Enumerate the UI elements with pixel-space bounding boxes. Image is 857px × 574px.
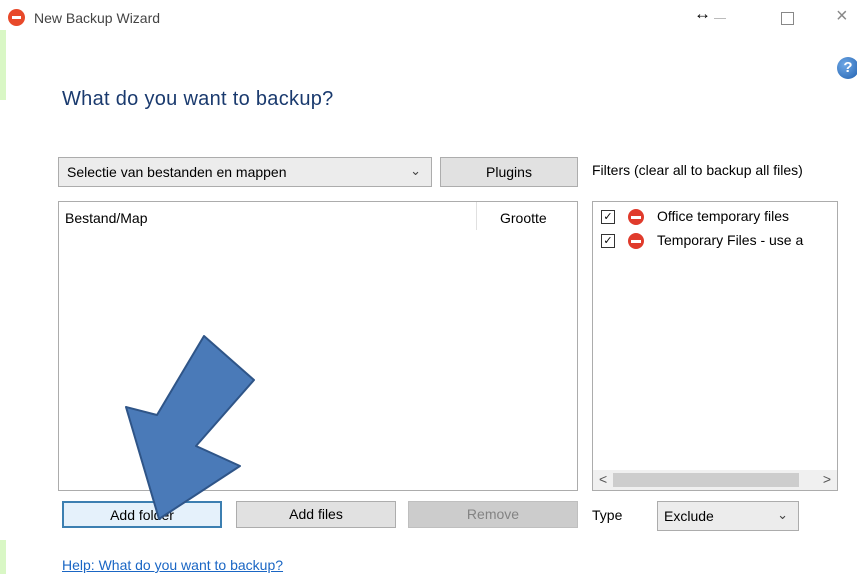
add-folder-button[interactable]: Add folder [62, 501, 222, 528]
filter-label: Temporary Files - use a [657, 232, 804, 248]
close-button[interactable]: × [836, 5, 848, 28]
help-link[interactable]: Help: What do you want to backup? [62, 557, 283, 573]
source-select-value: Selectie van bestanden en mappen [67, 164, 287, 180]
type-select-value: Exclude [664, 508, 714, 524]
scroll-right-icon[interactable]: > [823, 471, 831, 487]
horizontal-scrollbar[interactable]: < > [593, 470, 837, 490]
resize-cursor-icon: ↔ [694, 4, 711, 23]
page-title: What do you want to backup? [62, 88, 334, 110]
stop-icon [628, 209, 644, 225]
chevron-down-icon: ⌄ [777, 507, 788, 522]
chevron-down-icon: ⌄ [410, 163, 421, 178]
filter-checkbox[interactable]: ✓ [601, 210, 615, 224]
filters-label: Filters (clear all to backup all files) [592, 162, 803, 178]
backup-app-icon [8, 9, 25, 26]
scrollbar-thumb[interactable] [613, 473, 799, 487]
type-label: Type [592, 507, 623, 523]
left-accent-strip [0, 30, 6, 100]
help-icon[interactable]: ? [837, 57, 857, 79]
remove-button[interactable]: Remove [408, 501, 578, 528]
maximize-button[interactable] [781, 12, 794, 25]
scroll-left-icon[interactable]: < [599, 471, 607, 487]
filter-checkbox[interactable]: ✓ [601, 234, 615, 248]
column-divider[interactable] [476, 202, 477, 230]
minimize-button[interactable] [714, 18, 726, 19]
filters-list[interactable]: ✓ Office temporary files ✓ Temporary Fil… [592, 201, 838, 491]
column-header-file[interactable]: Bestand/Map [65, 210, 148, 226]
type-select[interactable]: Exclude ⌄ [657, 501, 799, 531]
source-select[interactable]: Selectie van bestanden en mappen ⌄ [58, 157, 432, 187]
column-header-size[interactable]: Grootte [500, 210, 547, 226]
plugins-button[interactable]: Plugins [440, 157, 578, 187]
stop-icon [628, 233, 644, 249]
filter-label: Office temporary files [657, 208, 790, 224]
left-accent-strip-bottom [0, 540, 6, 574]
window-title: New Backup Wizard [34, 10, 161, 26]
file-list[interactable]: Bestand/Map Grootte [58, 201, 578, 491]
add-files-button[interactable]: Add files [236, 501, 396, 528]
